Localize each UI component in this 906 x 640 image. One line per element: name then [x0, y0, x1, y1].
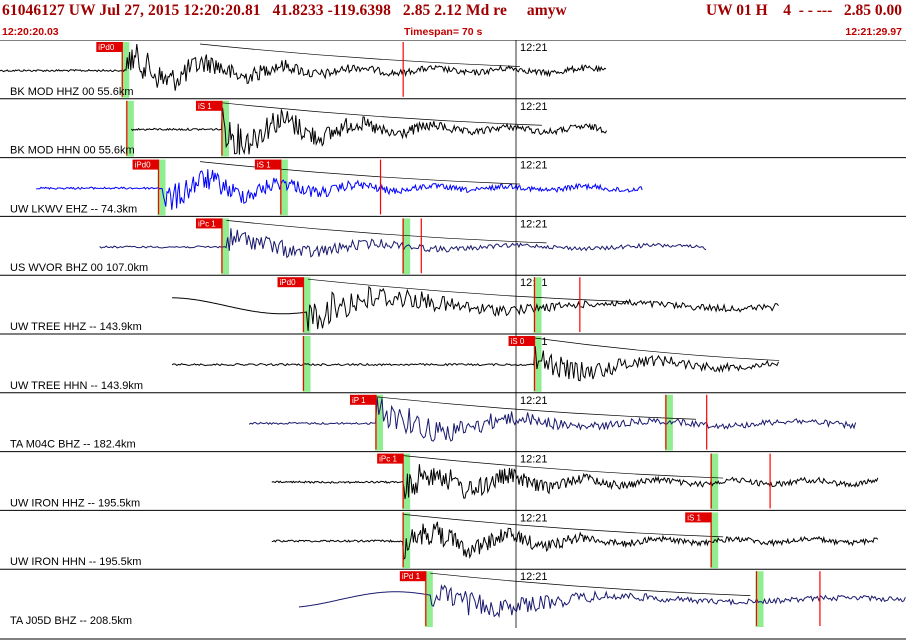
- seismogram-trace[interactable]: [131, 107, 608, 155]
- pick-flag-label: iPd0: [280, 278, 297, 287]
- travel-time-curve: [226, 220, 547, 244]
- panel-3[interactable]: 12:21 iPd0 iS 1 UW LKWV EHZ -- 74.3km: [0, 157, 906, 217]
- seismogram-trace[interactable]: [271, 521, 879, 561]
- travel-time-curve: [199, 161, 521, 185]
- station-label: UW IRON HHN -- 195.5km: [10, 556, 141, 568]
- station-label: TA M04C BHZ -- 182.4km: [10, 439, 136, 451]
- seismogram-trace[interactable]: [298, 583, 906, 619]
- seismogram-trace[interactable]: [171, 346, 779, 382]
- pick-flag-label: iS 1: [687, 513, 701, 522]
- minute-mark-label: 12:21: [520, 512, 548, 524]
- pick-flag-label: iP 1: [352, 396, 366, 405]
- seismogram-trace[interactable]: [0, 43, 607, 91]
- pick-flag-label: iPd 1: [402, 572, 421, 581]
- panel-8[interactable]: 12:21 iPc 1 UW IRON HHZ -- 195.5km: [0, 451, 906, 511]
- minute-mark-label: 12:21: [520, 160, 548, 172]
- timespan-label: Timespan= 70 s: [404, 26, 483, 38]
- panel-6[interactable]: 12:21iS 0UW TREE HHN -- 143.9km: [0, 333, 906, 393]
- pick-flag-label: iPc 1: [379, 455, 397, 464]
- panel-9[interactable]: 12:21 iS 1 UW IRON HHN -- 195.5km: [0, 509, 906, 570]
- station-label: TA J05D BHZ -- 208.5km: [10, 615, 132, 627]
- start-time-label: 12:20:20.03: [2, 26, 59, 38]
- travel-time-curve: [534, 337, 780, 361]
- panel-4[interactable]: 12:21 iPc 1 US WVOR BHZ 00 107.0km: [0, 215, 906, 276]
- travel-time-curve: [221, 102, 542, 126]
- event-summary-title: 61046127 UW Jul 27, 2015 12:20:20.81 41.…: [2, 2, 567, 19]
- travel-time-curve: [430, 572, 751, 597]
- minute-mark-label: 12:21: [520, 571, 548, 583]
- station-label: UW IRON HHZ -- 195.5km: [10, 497, 140, 509]
- station-label: UW TREE HHN -- 143.9km: [10, 380, 143, 392]
- pick-flag-label: iPd0: [98, 43, 115, 52]
- panel-7[interactable]: 12:21 iP 1 TA M04C BHZ -- 182.4km: [0, 392, 906, 452]
- seismogram-trace[interactable]: [248, 397, 857, 442]
- panel-10[interactable]: 12:21 iPd 1 TA J05D BHZ -- 208.5km: [0, 568, 906, 628]
- minute-mark-label: 12:21: [520, 42, 548, 54]
- station-label: UW TREE HHZ -- 143.9km: [10, 321, 142, 333]
- panel-5[interactable]: 12:21iPd0UW TREE HHZ -- 143.9km: [0, 274, 906, 334]
- minute-mark-label: 12:21: [520, 395, 548, 407]
- waveform-panels[interactable]: 12:21 iPd0 BK MOD HHZ 00 55.6km 12:21 iS 1 BK…: [0, 40, 906, 640]
- pick-flag-label: iS 1: [198, 102, 212, 111]
- panel-2[interactable]: 12:21 iS 1 BK MOD HHN 00 55.6km: [0, 98, 906, 158]
- pick-flag-label: iS 0: [511, 337, 525, 346]
- panel-1[interactable]: 12:21 iPd0 BK MOD HHZ 00 55.6km: [0, 40, 906, 99]
- waveform-canvas[interactable]: 12:21 iPd0 BK MOD HHZ 00 55.6km 12:21 iS 1 BK…: [0, 40, 906, 640]
- minute-mark-label: 12:21: [520, 454, 548, 466]
- event-summary-right: UW 01 H 4 - - --- 2.85 0.00: [705, 2, 902, 19]
- station-label: UW LKWV EHZ -- 74.3km: [10, 203, 137, 215]
- pick-flag-label: iS 1: [257, 161, 271, 170]
- pick-flag-label: iPd0: [135, 161, 152, 170]
- station-label: BK MOD HHZ 00 55.6km: [10, 86, 133, 98]
- title-bar: 61046127 UW Jul 27, 2015 12:20:20.81 41.…: [0, 0, 906, 26]
- minute-mark-label: 12:21: [520, 218, 548, 230]
- station-label: BK MOD HHN 00 55.6km: [10, 145, 135, 157]
- pick-flag-label: iPc 1: [198, 219, 216, 228]
- seismogram-trace[interactable]: [271, 464, 879, 499]
- station-label: US WVOR BHZ 00 107.0km: [10, 262, 148, 274]
- minute-mark-label: 12:21: [520, 101, 548, 113]
- travel-time-curve: [403, 514, 724, 538]
- travel-time-curve: [199, 43, 521, 67]
- end-time-label: 12:21:29.97: [845, 26, 902, 38]
